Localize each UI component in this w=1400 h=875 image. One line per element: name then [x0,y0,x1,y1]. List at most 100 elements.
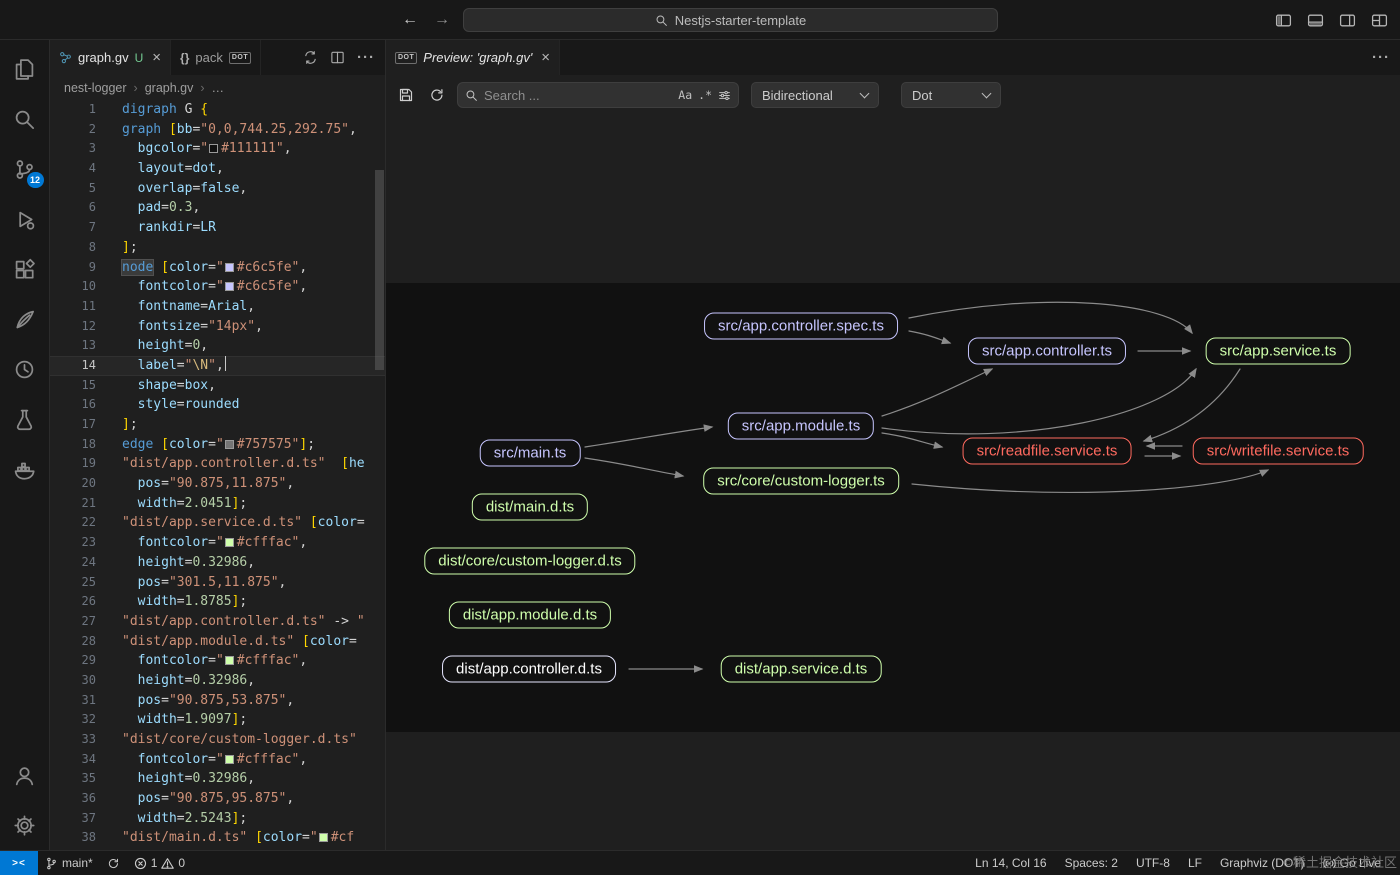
remote-indicator[interactable]: >< [0,851,38,875]
code-line[interactable]: 11 fontname=Arial, [50,297,385,317]
toggle-sidebar-right-icon[interactable] [1339,12,1356,29]
forward-button[interactable]: → [434,11,450,29]
preview-search[interactable]: Aa .* [457,82,739,108]
tab-preview-graph-gv[interactable]: DOT Preview: 'graph.gv' × [386,40,561,75]
breadcrumb-folder[interactable]: nest-logger [64,81,127,95]
git-branch-button[interactable]: main* [38,851,100,875]
history-icon[interactable] [1,344,49,394]
code-line[interactable]: 26 width=1.8785]; [50,592,385,612]
graph-node-dist-app-module[interactable]: dist/app.module.d.ts [448,601,612,629]
code-line[interactable]: 23 fontcolor=" #cfffac", [50,533,385,553]
source-control-icon[interactable]: 12 [1,144,49,194]
regex-toggle[interactable]: .* [698,88,712,102]
code-line[interactable]: 15 shape=box, [50,376,385,396]
code-line[interactable]: 20 pos="90.875,11.875", [50,474,385,494]
graph-node-dist-core-custom-logger[interactable]: dist/core/custom-logger.d.ts [424,547,636,575]
search-sidebar-icon[interactable] [1,94,49,144]
eol-selector[interactable]: LF [1179,851,1211,875]
problems-button[interactable]: 1 0 [127,851,192,875]
match-case-toggle[interactable]: Aa [678,88,692,102]
docker-icon[interactable] [1,444,49,494]
code-line[interactable]: 14 label="\N", [50,355,385,376]
graph-node-src-writefile-service[interactable]: src/writefile.service.ts [1192,437,1364,465]
more-actions-icon[interactable]: ··· [357,49,375,66]
graph-node-src-app-controller-spec[interactable]: src/app.controller.spec.ts [704,312,898,340]
code-line[interactable]: 7 rankdir=LR [50,218,385,238]
code-line[interactable]: 8]; [50,238,385,258]
code-line[interactable]: 31 pos="90.875,53.875", [50,691,385,711]
code-line[interactable]: 19 "dist/app.controller.d.ts" [he [50,454,385,474]
breadcrumb-symbol[interactable]: … [212,81,225,95]
direction-select[interactable]: Bidirectional [751,82,879,108]
customize-layout-icon[interactable] [1371,12,1388,29]
code-line[interactable]: 4 layout=dot, [50,159,385,179]
code-line[interactable]: 3 bgcolor=" #111111", [50,139,385,159]
go-live-button[interactable]: Go Live [1314,851,1390,875]
encoding[interactable]: UTF-8 [1127,851,1179,875]
graph-node-src-core-custom-logger[interactable]: src/core/custom-logger.ts [703,467,899,495]
toggle-sidebar-left-icon[interactable] [1275,12,1292,29]
code-line[interactable]: 35 height=0.32986, [50,769,385,789]
code-line[interactable]: 22 "dist/app.service.d.ts" [color= [50,513,385,533]
editor-scrollbar[interactable] [375,170,384,370]
code-line[interactable]: 13 height=0, [50,336,385,356]
code-line[interactable]: 5 overlap=false, [50,179,385,199]
code-line[interactable]: 33 "dist/core/custom-logger.d.ts" [50,730,385,750]
cursor-position[interactable]: Ln 14, Col 16 [966,851,1055,875]
extensions-icon[interactable] [1,244,49,294]
code-line[interactable]: 28 "dist/app.module.d.ts" [color= [50,632,385,652]
code-line[interactable]: 21 width=2.0451]; [50,494,385,514]
accounts-icon[interactable] [1,750,49,800]
graph-node-src-main[interactable]: src/main.ts [479,439,581,467]
tab-graph-gv[interactable]: graph.gv U × [50,40,172,75]
sync-button[interactable] [100,851,127,875]
code-line[interactable]: 30 height=0.32986, [50,671,385,691]
settings-gear-icon[interactable] [1,800,49,850]
code-line[interactable]: 12 fontsize="14px", [50,317,385,337]
code-line[interactable]: 2 graph [bb="0,0,744.25,292.75", [50,120,385,140]
language-mode[interactable]: Graphviz (DOT) [1211,851,1314,875]
code-line[interactable]: 9 node [color=" #c6c5fe", [50,258,385,278]
code-line[interactable]: 38 "dist/main.d.ts" [color=" #cf [50,828,385,848]
more-actions-icon[interactable]: ··· [1372,49,1390,66]
code-line[interactable]: 25 pos="301.5,11.875", [50,573,385,593]
refresh-button[interactable] [426,84,448,106]
toggle-panel-icon[interactable] [1307,12,1324,29]
code-line[interactable]: 37 width=2.5243]; [50,809,385,829]
code-line[interactable]: 34 fontcolor=" #cfffac", [50,750,385,770]
close-tab-icon[interactable]: × [152,49,161,66]
filter-sliders-icon[interactable] [718,89,731,102]
code-line[interactable]: 29 fontcolor=" #cfffac", [50,651,385,671]
code-line[interactable]: 16 style=rounded [50,395,385,415]
engine-select[interactable]: Dot [901,82,1001,108]
code-editor[interactable]: 1 digraph G {2 graph [bb="0,0,744.25,292.7… [50,100,385,850]
code-line[interactable]: 24 height=0.32986, [50,553,385,573]
code-line[interactable]: 27 "dist/app.controller.d.ts" -> " [50,612,385,632]
breadcrumb-file[interactable]: graph.gv [145,81,194,95]
run-debug-icon[interactable] [1,194,49,244]
split-editor-icon[interactable] [330,50,345,65]
tab-pack[interactable]: {} pack DOT [171,40,262,75]
search-input[interactable] [484,87,673,103]
graph-node-src-app-service[interactable]: src/app.service.ts [1205,337,1351,365]
feather-icon[interactable] [1,294,49,344]
command-center-search[interactable]: Nestjs-starter-template [463,8,998,32]
save-button[interactable] [395,84,417,106]
graph-node-src-app-module[interactable]: src/app.module.ts [727,412,875,440]
code-line[interactable]: 36 pos="90.875,95.875", [50,789,385,809]
graph-node-dist-main[interactable]: dist/main.d.ts [471,493,589,521]
indentation[interactable]: Spaces: 2 [1056,851,1127,875]
code-line[interactable]: 17]; [50,415,385,435]
code-line[interactable]: 10 fontcolor=" #c6c5fe", [50,277,385,297]
compare-changes-icon[interactable] [303,50,318,65]
graph-node-dist-app-service[interactable]: dist/app.service.d.ts [720,655,882,683]
code-line[interactable]: 1 digraph G { [50,100,385,120]
code-line[interactable]: 18 edge [color=" #757575"]; [50,435,385,455]
graph-node-src-readfile-service[interactable]: src/readfile.service.ts [962,437,1132,465]
code-line[interactable]: 32 width=1.9097]; [50,710,385,730]
graph-node-dist-app-controller[interactable]: dist/app.controller.d.ts [442,655,616,683]
close-tab-icon[interactable]: × [541,49,550,66]
graph-node-src-app-controller[interactable]: src/app.controller.ts [967,337,1127,365]
back-button[interactable]: ← [402,11,418,29]
explorer-icon[interactable] [1,44,49,94]
